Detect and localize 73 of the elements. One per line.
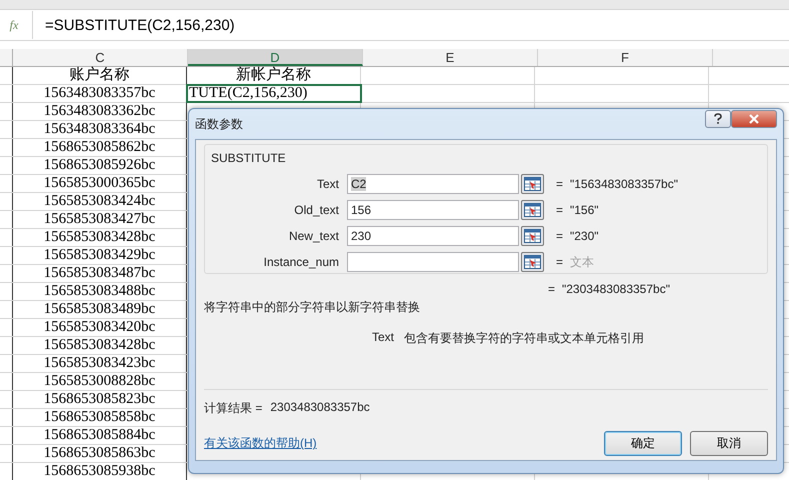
table-cell: 1565853083423bc bbox=[13, 355, 187, 372]
argument-result: 文本 bbox=[570, 254, 594, 270]
table-cell: 1565853083427bc bbox=[13, 211, 187, 228]
insert-function-button[interactable]: fx bbox=[4, 18, 24, 32]
table-cell: 1565853008828bc bbox=[13, 373, 187, 390]
dialog-button[interactable]: 取消 bbox=[690, 431, 768, 456]
table-cell: 1565853083487bc bbox=[13, 265, 187, 282]
table-cell: TUTE(C2,156,230) bbox=[187, 85, 361, 102]
argument-label: New_text bbox=[288, 229, 340, 243]
table-icon bbox=[524, 255, 541, 269]
argument-field[interactable]: 156 bbox=[347, 200, 519, 220]
equals-sign: = bbox=[556, 255, 564, 269]
table-cell: 1565853083424bc bbox=[13, 193, 187, 210]
table-cell: 1565853083489bc bbox=[13, 301, 187, 318]
table-cell: 1568653085862bc bbox=[13, 139, 187, 156]
table-cell: 1568653085926bc bbox=[13, 157, 187, 174]
argument-label: Text bbox=[316, 177, 340, 191]
table-cell: 账户名称 bbox=[13, 67, 187, 84]
argument-result: "156" bbox=[570, 203, 599, 217]
table-cell: 1565853000365bc bbox=[13, 175, 187, 192]
argument-description: 包含有要替换字符的字符串或文本单元格引用 bbox=[404, 330, 644, 347]
range-select-button[interactable] bbox=[521, 174, 544, 194]
argument-result: "1563483083357bc" bbox=[570, 177, 678, 191]
column-header[interactable]: F bbox=[538, 49, 713, 66]
argument-label: Old_text bbox=[293, 203, 340, 217]
table-icon bbox=[524, 177, 541, 191]
table-icon bbox=[524, 203, 541, 217]
range-select-button[interactable] bbox=[521, 252, 544, 272]
table-cell: 1565853083428bc bbox=[13, 337, 187, 354]
range-select-button[interactable] bbox=[521, 226, 544, 246]
table-cell: 1568653085823bc bbox=[13, 391, 187, 408]
column-header[interactable]: E bbox=[363, 49, 538, 66]
close-button[interactable] bbox=[731, 110, 777, 128]
table-cell: 1568653085858bc bbox=[13, 409, 187, 426]
table-cell: 1563483083364bc bbox=[13, 121, 187, 138]
table-cell: 1563483083357bc bbox=[13, 85, 187, 102]
equals-sign: = bbox=[548, 282, 556, 297]
field-value: C2 bbox=[351, 177, 366, 191]
formula-result: "2303483083357bc" bbox=[562, 282, 670, 297]
range-select-button[interactable] bbox=[521, 200, 544, 220]
dialog-title: 函数参数 bbox=[195, 116, 244, 132]
dialog-button[interactable]: 确定 bbox=[604, 431, 682, 456]
argument-result: "230" bbox=[570, 229, 599, 243]
table-cell: 1565853083428bc bbox=[13, 229, 187, 246]
argument-field[interactable] bbox=[347, 252, 519, 272]
table-cell: 1565853083420bc bbox=[13, 319, 187, 336]
table-cell: 1568653085938bc bbox=[13, 463, 187, 480]
field-value: 156 bbox=[351, 203, 372, 217]
argument-field[interactable]: C2 bbox=[347, 174, 519, 194]
argument-label: Instance_num bbox=[262, 255, 340, 269]
table-icon bbox=[524, 229, 541, 243]
argument-field[interactable]: 230 bbox=[347, 226, 519, 246]
result-label: 计算结果 = bbox=[204, 400, 262, 417]
close-icon bbox=[748, 114, 760, 124]
column-header[interactable]: D bbox=[188, 49, 363, 66]
table-cell: 新帐户名称 bbox=[187, 67, 361, 84]
equals-sign: = bbox=[556, 177, 564, 191]
table-cell: 1565853083429bc bbox=[13, 247, 187, 264]
equals-sign: = bbox=[556, 229, 564, 243]
help-button[interactable] bbox=[705, 110, 731, 128]
formula-bar[interactable]: =SUBSTITUTE(C2,156,230) bbox=[32, 11, 789, 39]
argument-name: Text bbox=[372, 330, 394, 346]
field-value: 230 bbox=[351, 229, 372, 243]
table-cell: 1563483083362bc bbox=[13, 103, 187, 120]
table-cell: 1568653085863bc bbox=[13, 445, 187, 462]
equals-sign: = bbox=[556, 203, 564, 217]
function-name: SUBSTITUTE bbox=[211, 151, 287, 165]
help-link[interactable]: 有关该函数的帮助(H) bbox=[204, 435, 596, 452]
table-cell: 1565853083488bc bbox=[13, 283, 187, 300]
function-description: 将字符串中的部分字符串以新字符串替换 bbox=[204, 299, 421, 316]
table-cell: 1568653085884bc bbox=[13, 427, 187, 444]
result-value: 2303483083357bc bbox=[270, 400, 370, 416]
question-icon bbox=[713, 113, 723, 125]
